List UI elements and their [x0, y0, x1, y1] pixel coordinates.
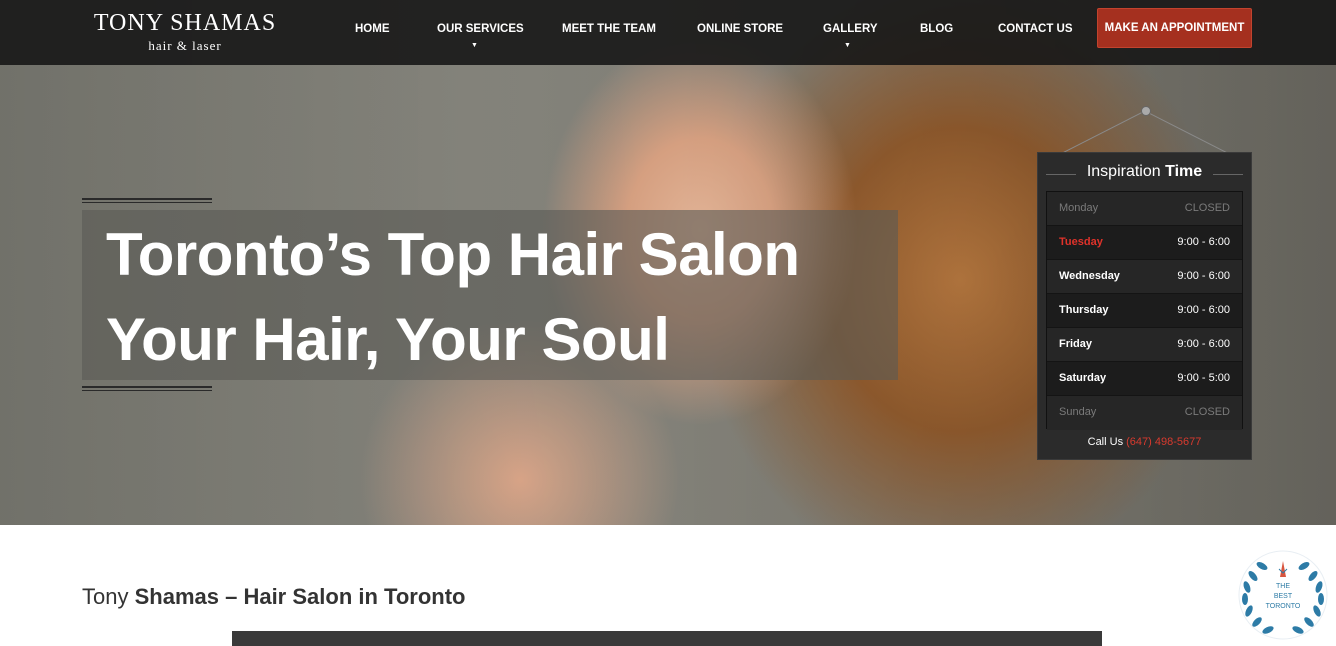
hours-day: Tuesday [1059, 236, 1103, 248]
hours-time: 9:00 - 5:00 [1177, 372, 1230, 384]
make-appointment-button[interactable]: MAKE AN APPOINTMENT [1097, 8, 1252, 48]
brand-logo[interactable]: TONY SHAMAS hair & laser [85, 10, 285, 54]
gallery-caret-icon[interactable]: ▼ [844, 42, 851, 49]
nav-meet-the-team[interactable]: MEET THE TEAM [562, 23, 656, 35]
featured-media-preview[interactable] [232, 631, 1102, 646]
hero-headline-line-2: Your Hair, Your Soul [106, 306, 670, 373]
call-us-line: Call Us (647) 498-5677 [1038, 436, 1251, 448]
section-heading: Tony Shamas – Hair Salon in Toronto [82, 584, 465, 610]
headline-rule-top [82, 198, 212, 203]
section-heading-light: Tony [82, 584, 129, 609]
best-toronto-badge-icon[interactable]: THE BEST TORONTO [1233, 547, 1333, 643]
hours-time: 9:00 - 6:00 [1177, 270, 1230, 282]
hours-time: CLOSED [1184, 406, 1230, 418]
hours-day: Wednesday [1059, 270, 1120, 282]
hours-time: 9:00 - 6:00 [1177, 304, 1230, 316]
hours-day: Saturday [1059, 372, 1107, 384]
hours-row-thursday: Thursday 9:00 - 6:00 [1047, 294, 1242, 328]
hours-row-saturday: Saturday 9:00 - 5:00 [1047, 362, 1242, 396]
hours-title-bold: Time [1165, 163, 1203, 180]
our-services-caret-icon[interactable]: ▼ [471, 42, 478, 49]
hero-headline-line-1: Toronto’s Top Hair Salon [106, 221, 800, 288]
hours-day: Thursday [1059, 304, 1109, 316]
hours-time: CLOSED [1184, 202, 1230, 214]
hours-row-sunday: Sunday CLOSED [1047, 396, 1242, 430]
hours-row-monday: Monday CLOSED [1047, 192, 1242, 226]
opening-hours-widget: Inspiration Time Monday CLOSED Tuesday 9… [1037, 152, 1252, 460]
badge-line-3: TORONTO [1266, 603, 1301, 610]
hours-row-friday: Friday 9:00 - 6:00 [1047, 328, 1242, 362]
hours-day: Monday [1059, 202, 1099, 214]
hours-day: Friday [1059, 338, 1093, 350]
brand-tagline: hair & laser [148, 38, 222, 53]
nav-gallery[interactable]: GALLERY [823, 23, 878, 35]
nav-blog[interactable]: BLOG [920, 23, 953, 35]
nav-our-services[interactable]: OUR SERVICES [437, 23, 524, 35]
nav-contact-us[interactable]: CONTACT US [998, 23, 1073, 35]
hours-title-light: Inspiration [1086, 163, 1161, 180]
hours-time: 9:00 - 6:00 [1177, 338, 1230, 350]
badge-line-1: THE [1276, 583, 1290, 590]
phone-link[interactable]: (647) 498-5677 [1126, 436, 1201, 448]
hours-row-tuesday: Tuesday 9:00 - 6:00 [1047, 226, 1242, 260]
call-us-label: Call Us [1087, 436, 1124, 448]
nav-online-store[interactable]: ONLINE STORE [697, 23, 783, 35]
hanging-pin-icon [1141, 106, 1151, 116]
brand-name: TONY SHAMAS [93, 10, 277, 36]
hours-time: 9:00 - 6:00 [1177, 236, 1230, 248]
hero-banner: Toronto’s Top Hair Salon Your Hair, Your… [0, 0, 1336, 525]
nav-home[interactable]: HOME [355, 23, 390, 35]
hours-title: Inspiration Time [1038, 163, 1251, 181]
headline-rule-bottom [82, 386, 212, 391]
hours-row-wednesday: Wednesday 9:00 - 6:00 [1047, 260, 1242, 294]
top-navbar: TONY SHAMAS hair & laser HOME OUR SERVIC… [0, 0, 1336, 65]
section-heading-bold: Shamas – Hair Salon in Toronto [134, 584, 466, 609]
hours-day: Sunday [1059, 406, 1097, 418]
hours-table: Monday CLOSED Tuesday 9:00 - 6:00 Wednes… [1046, 191, 1243, 430]
badge-line-2: BEST [1274, 593, 1293, 600]
